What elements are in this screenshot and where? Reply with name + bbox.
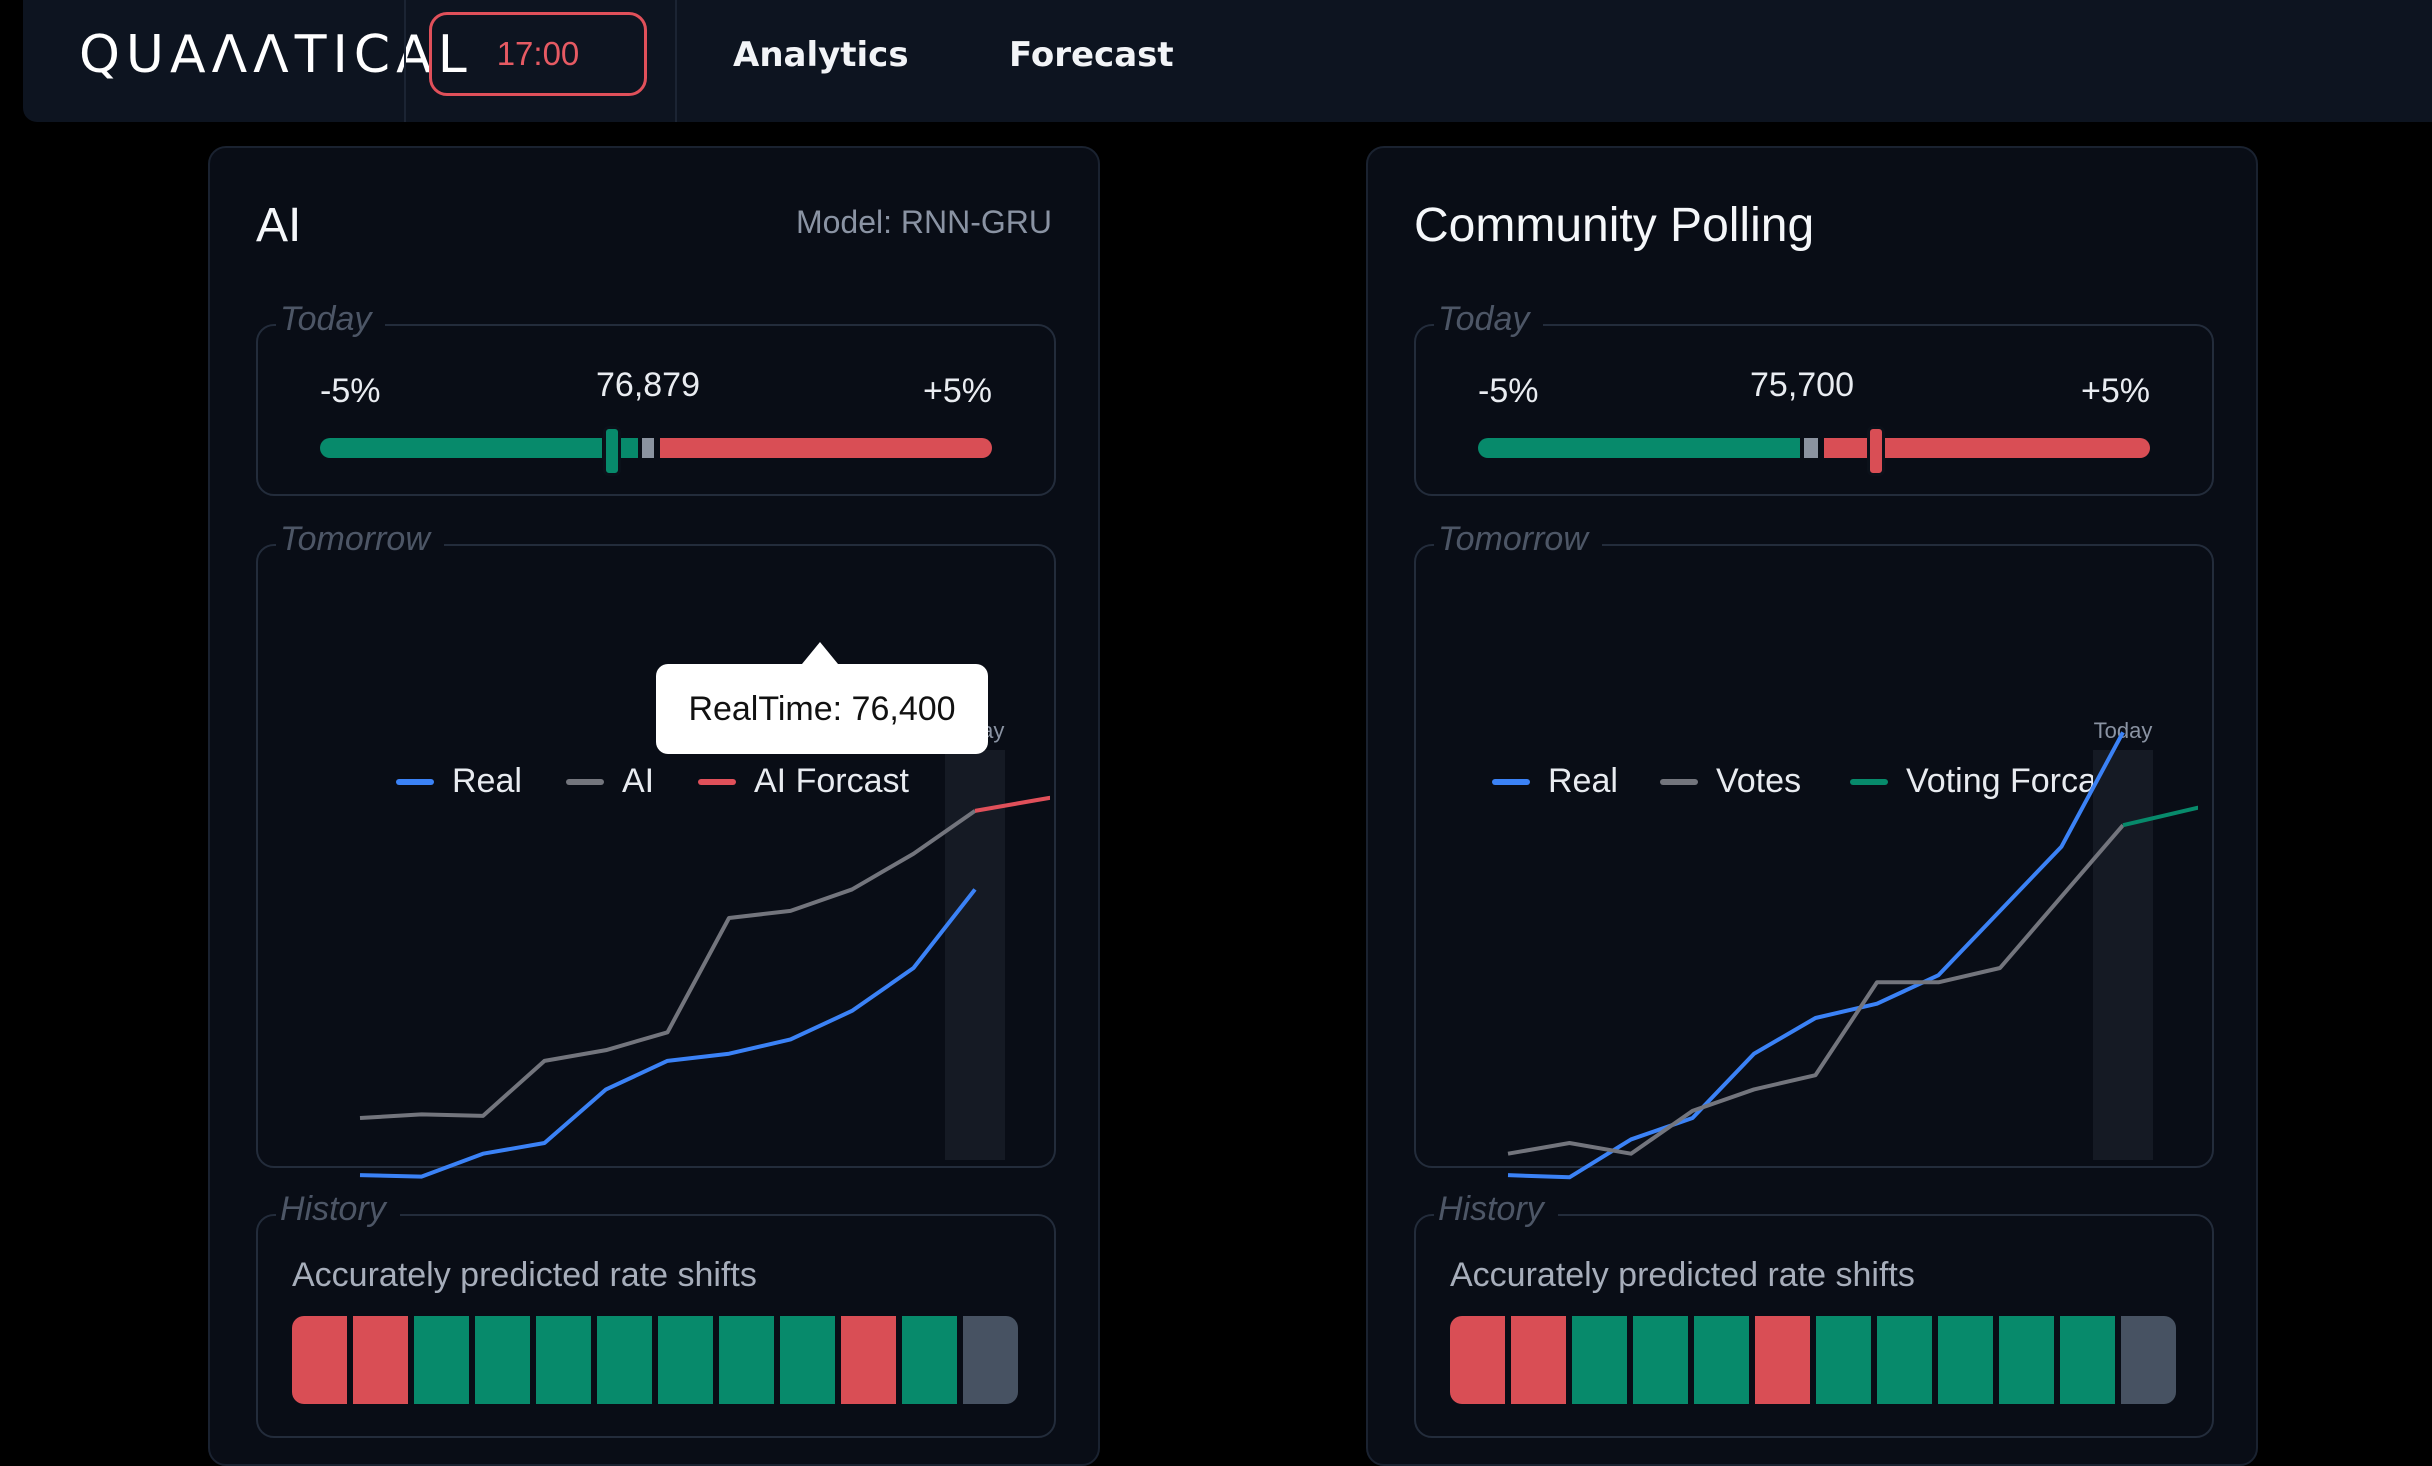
today-label: Today [276, 300, 386, 339]
history-subtitle: Accurately predicted rate shifts [292, 1256, 757, 1294]
history-cell-green [1877, 1316, 1932, 1404]
today-value: 76,879 [596, 366, 700, 404]
history-cell-red [1511, 1316, 1566, 1404]
today-marker-label: Today [2094, 718, 2153, 743]
history-cell-green [1572, 1316, 1627, 1404]
divider [404, 0, 406, 122]
history-cell-neutral [2121, 1316, 2176, 1404]
history-cell-red [353, 1316, 408, 1404]
center-segment [1804, 438, 1818, 458]
ai-card: AI Model: RNN-GRU Today -5% 76,879 +5% T… [208, 146, 1100, 1466]
top-bar: QUAΛΛTICAL 17:00 Analytics Forecast [23, 0, 2432, 122]
community-polling-card: Community Polling Today -5% 75,700 +5% T… [1366, 146, 2258, 1466]
today-section: Today -5% 76,879 +5% [256, 300, 1056, 496]
green-segment [1478, 438, 1800, 458]
tomorrow-chart: Today [359, 718, 1050, 1179]
series-line-real [1507, 731, 2125, 1180]
slider-marker[interactable] [1867, 426, 1885, 476]
range-bar [320, 426, 992, 476]
history-cell-green [658, 1316, 713, 1404]
history-cell-red [1450, 1316, 1505, 1404]
time-button[interactable]: 17:00 [429, 12, 647, 96]
high-pct: +5% [923, 372, 992, 410]
history-cell-green [2060, 1316, 2115, 1404]
history-cell-green [1938, 1316, 1993, 1404]
card-title: AI [256, 199, 302, 252]
model-label: Model: RNN-GRU [795, 204, 1052, 240]
history-cell-green [1633, 1316, 1688, 1404]
red-segment [660, 438, 992, 458]
nav-analytics[interactable]: Analytics [733, 0, 909, 110]
history-cell-green [902, 1316, 957, 1404]
tomorrow-label: Tomorrow [1434, 520, 1602, 559]
history-cells [292, 1316, 1018, 1404]
app-logo[interactable]: QUAΛΛTICAL [79, 0, 473, 110]
history-cell-red [841, 1316, 896, 1404]
slider-marker[interactable] [603, 426, 621, 476]
series-line-ai [359, 809, 977, 1120]
history-cell-green [536, 1316, 591, 1404]
history-cell-neutral [963, 1316, 1018, 1404]
history-label: History [276, 1190, 400, 1229]
green-segment [620, 438, 638, 458]
green-segment [320, 438, 602, 458]
today-label: Today [1434, 300, 1544, 339]
history-cell-green [475, 1316, 530, 1404]
history-cell-red [1755, 1316, 1810, 1404]
nav-forecast[interactable]: Forecast [1009, 0, 1174, 110]
history-cell-red [292, 1316, 347, 1404]
low-pct: -5% [320, 372, 381, 410]
center-segment [642, 438, 654, 458]
history-cell-green [780, 1316, 835, 1404]
tomorrow-chart: Today [1507, 718, 2198, 1180]
high-pct: +5% [2081, 372, 2150, 410]
history-label: History [1434, 1190, 1558, 1229]
history-section: History Accurately predicted rate shifts [1414, 1190, 2214, 1438]
range-bar [1478, 426, 2150, 476]
history-cells [1450, 1316, 2176, 1404]
today-value: 75,700 [1750, 366, 1854, 404]
today-section: Today -5% 75,700 +5% [1414, 300, 2214, 496]
history-cell-green [414, 1316, 469, 1404]
history-section: History Accurately predicted rate shifts [256, 1190, 1056, 1438]
realtime-tooltip: RealTime: 76,400 [656, 642, 988, 754]
low-pct: -5% [1478, 372, 1539, 410]
today-band [2093, 750, 2153, 1160]
history-cell-green [597, 1316, 652, 1404]
history-subtitle: Accurately predicted rate shifts [1450, 1256, 1915, 1294]
history-cell-green [719, 1316, 774, 1404]
series-line-votes [1507, 823, 2125, 1156]
divider [675, 0, 677, 122]
history-cell-green [1694, 1316, 1749, 1404]
tomorrow-label: Tomorrow [276, 520, 444, 559]
card-title: Community Polling [1414, 199, 1815, 252]
history-cell-green [1999, 1316, 2054, 1404]
history-cell-green [1816, 1316, 1871, 1404]
